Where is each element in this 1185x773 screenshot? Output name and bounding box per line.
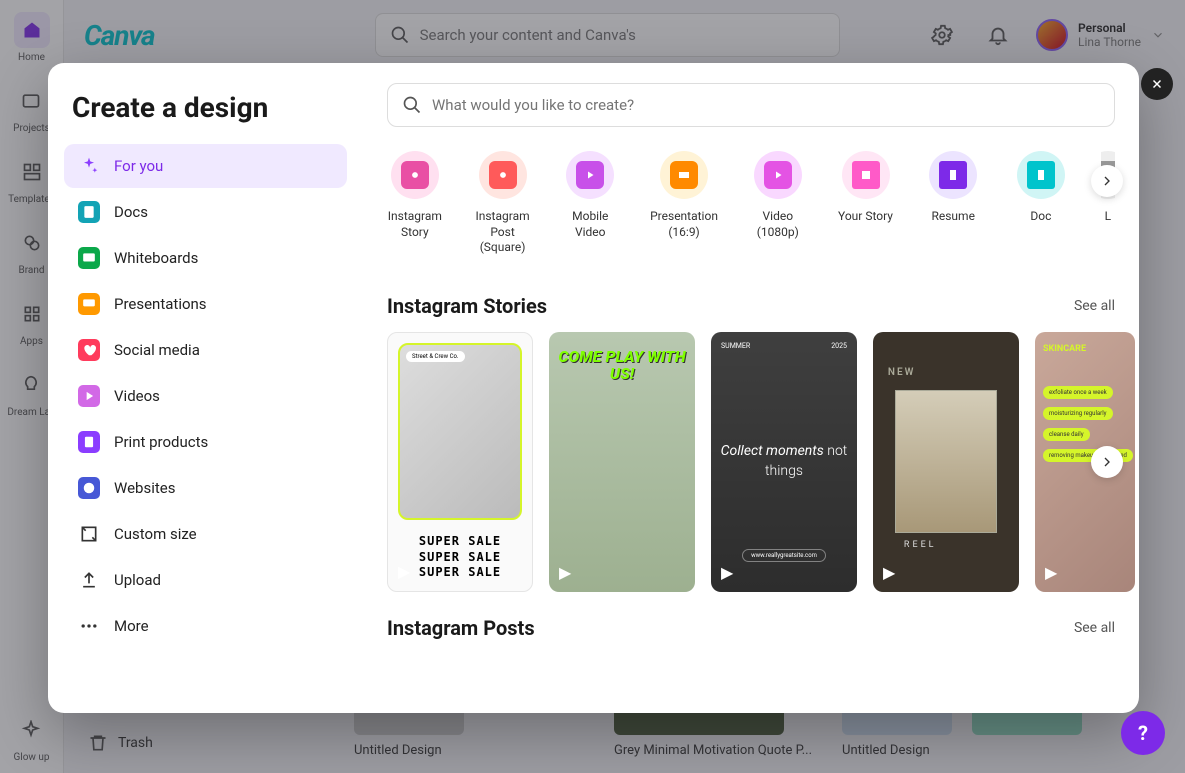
nav-label: Whiteboards: [114, 249, 198, 267]
more-icon: [78, 615, 100, 637]
nav-label: Videos: [114, 387, 160, 405]
nav-label: Upload: [114, 571, 161, 589]
whiteboard-icon: [78, 247, 100, 269]
search-icon: [402, 95, 422, 115]
story-pill: exfoliate once a week: [1043, 386, 1113, 399]
nav-social[interactable]: Social media: [64, 328, 347, 372]
story-url: www.reallygreatsite.com: [742, 549, 826, 562]
nav-docs[interactable]: Docs: [64, 190, 347, 234]
website-icon: [78, 477, 100, 499]
type-doc[interactable]: Doc: [1013, 151, 1069, 256]
nav-whiteboards[interactable]: Whiteboards: [64, 236, 347, 280]
type-instagram-story[interactable]: Instagram Story: [387, 151, 443, 256]
chevron-right-icon: [1099, 454, 1115, 470]
story-title: SKINCARE: [1043, 344, 1135, 354]
docs-icon: [78, 201, 100, 223]
design-type-row: Instagram Story Instagram Post (Square) …: [387, 151, 1115, 266]
modal-sidebar: Create a design For you Docs Whiteboards…: [48, 63, 363, 713]
chevron-right-icon: [1099, 173, 1115, 189]
nav-label: Print products: [114, 433, 208, 451]
story-reel-label: REEL: [904, 540, 937, 550]
play-icon: ▶: [398, 562, 410, 581]
section-header: Instagram Posts See all: [387, 616, 1115, 640]
create-design-modal: Create a design For you Docs Whiteboards…: [48, 63, 1139, 713]
type-label: Your Story: [838, 209, 893, 225]
story-template-card[interactable]: SUMMER2025 Collect moments notthings www…: [711, 332, 857, 592]
nav-print[interactable]: Print products: [64, 420, 347, 464]
stories-row: Street & Crew Co. SUPER SALE SUPER SALE …: [387, 332, 1115, 592]
type-video[interactable]: Video (1080p): [750, 151, 806, 256]
story-new-label: NEW: [888, 367, 916, 378]
type-label: Presentation (16:9): [650, 209, 718, 240]
nav-label: More: [114, 617, 149, 635]
modal-search-input[interactable]: [432, 96, 1100, 114]
story-badge: Street & Crew Co.: [406, 351, 465, 362]
types-scroll-right[interactable]: [1091, 165, 1123, 197]
story-frame: NEW REEL: [895, 390, 997, 533]
presentation-icon: [78, 293, 100, 315]
story-template-card[interactable]: COME PLAY WITH US! ▶: [549, 332, 695, 592]
modal-content: Instagram Story Instagram Post (Square) …: [363, 63, 1139, 713]
nav-for-you[interactable]: For you: [64, 144, 347, 188]
close-modal-button[interactable]: [1141, 68, 1173, 100]
section-title: Instagram Stories: [387, 294, 547, 318]
nav-label: For you: [114, 157, 163, 175]
custom-size-icon: [78, 523, 100, 545]
type-mobile-video[interactable]: Mobile Video: [562, 151, 618, 256]
nav-label: Docs: [114, 203, 148, 221]
story-template-card[interactable]: NEW REEL ▶: [873, 332, 1019, 592]
story-text: SUPER SALE SUPER SALE SUPER SALE: [388, 530, 532, 591]
modal-nav: For you Docs Whiteboards Presentations S…: [64, 144, 347, 648]
help-button[interactable]: ?: [1121, 711, 1165, 755]
story-header: SUMMER2025: [721, 342, 847, 350]
nav-custom-size[interactable]: Custom size: [64, 512, 347, 556]
type-instagram-post[interactable]: Instagram Post (Square): [475, 151, 531, 256]
type-presentation[interactable]: Presentation (16:9): [650, 151, 718, 256]
nav-label: Presentations: [114, 295, 207, 313]
type-resume[interactable]: Resume: [925, 151, 981, 256]
story-text: Collect moments notthings: [721, 442, 848, 481]
play-icon: ▶: [883, 563, 895, 582]
stories-scroll-right[interactable]: [1091, 446, 1123, 478]
type-label: Instagram Post (Square): [475, 209, 531, 256]
see-all-link[interactable]: See all: [1074, 298, 1115, 314]
nav-label: Websites: [114, 479, 175, 497]
type-label: Instagram Story: [387, 209, 443, 240]
print-icon: [78, 431, 100, 453]
upload-icon: [78, 569, 100, 591]
type-label: Resume: [931, 209, 974, 225]
section-title: Instagram Posts: [387, 616, 535, 640]
nav-label: Social media: [114, 341, 200, 359]
type-label: L: [1105, 209, 1111, 225]
help-label: ?: [1138, 721, 1148, 745]
story-pill: cleanse daily: [1043, 428, 1090, 441]
stories-section: Instagram Stories See all Street & Crew …: [387, 294, 1115, 592]
sparkle-icon: [78, 155, 100, 177]
type-label: Mobile Video: [562, 209, 618, 240]
modal-title: Create a design: [64, 91, 347, 124]
play-icon: ▶: [559, 563, 571, 582]
story-template-card[interactable]: Street & Crew Co. SUPER SALE SUPER SALE …: [387, 332, 533, 592]
posts-section: Instagram Posts See all: [387, 616, 1115, 654]
section-header: Instagram Stories See all: [387, 294, 1115, 318]
nav-presentations[interactable]: Presentations: [64, 282, 347, 326]
video-icon: [78, 385, 100, 407]
heart-icon: [78, 339, 100, 361]
story-pill: moisturizing regularly: [1043, 407, 1113, 420]
nav-more[interactable]: More: [64, 604, 347, 648]
nav-websites[interactable]: Websites: [64, 466, 347, 510]
story-text: COME PLAY WITH US!: [549, 348, 695, 383]
type-your-story[interactable]: Your Story: [838, 151, 894, 256]
nav-upload[interactable]: Upload: [64, 558, 347, 602]
close-icon: [1150, 77, 1164, 91]
nav-videos[interactable]: Videos: [64, 374, 347, 418]
story-image: Street & Crew Co.: [398, 343, 522, 520]
type-label: Video (1080p): [750, 209, 806, 240]
see-all-link[interactable]: See all: [1074, 620, 1115, 636]
play-icon: ▶: [721, 563, 733, 582]
nav-label: Custom size: [114, 525, 197, 543]
modal-search[interactable]: [387, 83, 1115, 127]
type-label: Doc: [1030, 209, 1051, 225]
play-icon: ▶: [1045, 563, 1057, 582]
